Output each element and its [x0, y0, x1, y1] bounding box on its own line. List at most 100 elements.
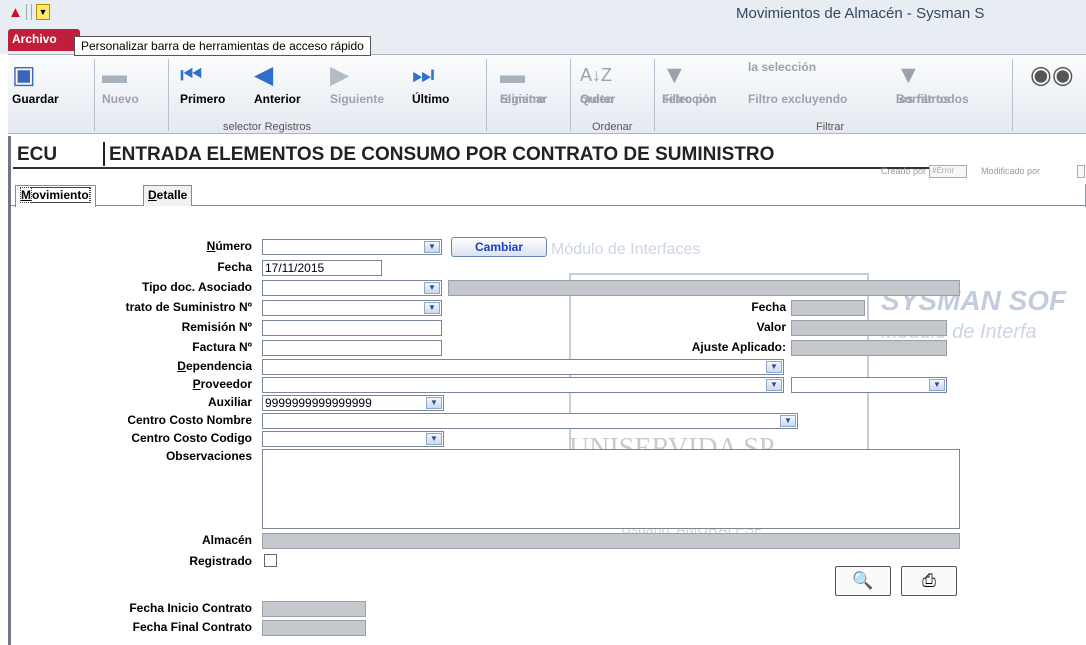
filter-selection-icon: ▼: [662, 61, 687, 89]
fecha-inicio-field: [262, 601, 366, 617]
siguiente-label: Siguiente: [330, 92, 385, 106]
nuevo-button[interactable]: ▬ Nuevo: [102, 61, 139, 106]
previous-record-icon: ◀: [254, 61, 274, 89]
auxiliar-label: Auxiliar: [207, 395, 252, 409]
fecha-contrato-label: Fecha: [751, 300, 786, 314]
next-record-icon: ▶: [330, 61, 350, 89]
chevron-down-icon[interactable]: ▼: [426, 433, 442, 445]
customize-qat-button[interactable]: ▼: [36, 4, 50, 20]
siguiente-button[interactable]: ▶ Siguiente: [330, 61, 384, 106]
ultimo-button[interactable]: ⏭ Último: [412, 61, 449, 106]
fecha-field[interactable]: 17/11/2015: [262, 260, 382, 276]
quick-access-toolbar: ▲ ▼ Movimientos de Almacén - Sysman S: [0, 0, 1086, 26]
observaciones-label: Observaciones: [165, 449, 252, 463]
tab-detalle[interactable]: Detalle: [143, 185, 193, 206]
ribbon: ▣ Guardar ▬ Nuevo ⏮ Primero ◀ Anterior ▶…: [8, 54, 1086, 134]
registrado-checkbox[interactable]: [264, 554, 277, 567]
chevron-down-icon[interactable]: ▼: [766, 379, 782, 391]
ribbon-separator: [654, 59, 655, 131]
registrado-label: Registrado: [189, 554, 252, 568]
tab-movimiento-access-key: M: [21, 188, 31, 202]
cambiar-button[interactable]: Cambiar: [451, 237, 547, 257]
contrato-combo[interactable]: ▼: [262, 300, 442, 316]
form-title: ENTRADA ELEMENTOS DE CONSUMO POR CONTRAT…: [109, 144, 775, 165]
form-code-separator: [103, 142, 105, 166]
anterior-button[interactable]: ◀ Anterior: [254, 61, 301, 106]
eliminar-registro-button[interactable]: ▬ Eliminar registro: [500, 61, 547, 106]
fecha-label: Fecha: [217, 260, 252, 274]
numero-label-text: úmero: [215, 239, 252, 253]
ajuste-field: [791, 340, 947, 356]
proveedor-combo[interactable]: ▼: [262, 377, 784, 393]
chevron-down-icon[interactable]: ▼: [780, 415, 796, 427]
chevron-down-icon[interactable]: ▼: [424, 282, 440, 294]
chevron-down-icon[interactable]: ▼: [766, 361, 782, 373]
qat-separator: [26, 4, 27, 20]
dependencia-access-key: D: [177, 359, 186, 373]
creado-por-label: Creado por: [881, 166, 927, 176]
new-record-icon: ▬: [102, 61, 127, 89]
clear-sort-icon: A↓Z: [580, 65, 613, 85]
proveedor-access-key: P: [192, 377, 201, 391]
chevron-down-icon[interactable]: ▼: [929, 379, 945, 391]
filtro-seleccion-button[interactable]: ▼ Filtro por selección: [662, 61, 717, 106]
last-record-icon: ⏭: [412, 61, 435, 89]
chevron-down-icon[interactable]: ▼: [424, 241, 440, 253]
modificado-por-label: Modificado por: [981, 166, 1041, 176]
ribbon-tabs-row: Archivo Personalizar barra de herramient…: [0, 26, 1086, 56]
preview-icon: 🔍: [852, 571, 874, 590]
preview-button[interactable]: 🔍: [835, 566, 891, 596]
factura-field[interactable]: [262, 340, 442, 356]
chevron-down-icon[interactable]: ▼: [424, 302, 440, 314]
ribbon-separator: [486, 59, 487, 131]
form-header: ECU ENTRADA ELEMENTOS DE CONSUMO POR CON…: [11, 136, 1086, 184]
filtro-sel-label-2: selección: [662, 92, 717, 106]
primero-button[interactable]: ⏮ Primero: [180, 61, 225, 106]
auxiliar-value: 9999999999999999: [265, 396, 372, 410]
cc-codigo-combo[interactable]: ▼: [262, 431, 444, 447]
nuevo-label: Nuevo: [102, 92, 139, 106]
remision-field[interactable]: [262, 320, 442, 336]
cc-nombre-combo[interactable]: ▼: [262, 413, 798, 429]
remision-label: Remisión Nº: [181, 320, 252, 334]
filtro-exc-label-2: la selección: [748, 60, 817, 74]
dependencia-label: Dependencia: [177, 359, 252, 373]
auxiliar-combo[interactable]: 9999999999999999 ▼: [262, 395, 444, 411]
quitar-label-2: orden: [580, 92, 614, 106]
proveedor-codigo-combo[interactable]: ▼: [791, 377, 947, 393]
file-tab[interactable]: Archivo: [8, 29, 80, 51]
cc-codigo-label: Centro Costo Codigo: [131, 431, 252, 445]
valor-field: [791, 320, 947, 336]
tab-movimiento-text: Movimiento: [20, 187, 91, 203]
group-selector-label: selector Registros: [223, 121, 312, 133]
tipo-doc-combo[interactable]: ▼: [262, 280, 442, 296]
chevron-down-icon[interactable]: ▼: [426, 397, 442, 409]
borrar-label-2: los filtros: [896, 92, 951, 106]
delete-record-icon: ▬: [500, 61, 525, 89]
group-ordenar-label: Ordenar: [592, 121, 633, 133]
print-icon: ⎙: [922, 571, 936, 590]
borrar-filtros-button[interactable]: ▼ Borrar todos los filtros: [896, 61, 969, 106]
fecha-contrato-field: [791, 300, 865, 316]
observaciones-textarea[interactable]: [262, 449, 960, 529]
ribbon-separator: [570, 59, 571, 131]
tab-movimiento[interactable]: Movimiento: [15, 185, 96, 207]
guardar-button[interactable]: ▣ Guardar: [12, 61, 59, 106]
buscar-button[interactable]: ◉◉: [1030, 61, 1074, 93]
dependencia-combo[interactable]: ▼: [262, 359, 784, 375]
almacen-label: Almacén: [201, 533, 252, 547]
primero-label: Primero: [180, 92, 226, 106]
proveedor-label: Proveedor: [193, 377, 252, 391]
ribbon-separator: [168, 59, 169, 131]
filtro-exc-label-1: Filtro excluyendo: [748, 92, 848, 106]
proveedor-label-text: roveedor: [200, 377, 252, 391]
quitar-orden-button[interactable]: A↓Z Quitar orden: [580, 61, 615, 106]
numero-combo[interactable]: ▼: [262, 239, 442, 255]
ajuste-label: Ajuste Aplicado:: [691, 340, 786, 354]
creado-por-field: #Error: [929, 165, 967, 178]
contrato-label: trato de Suministro Nº: [125, 300, 252, 314]
print-button[interactable]: ⎙: [901, 566, 957, 596]
factura-label: Factura Nº: [192, 340, 252, 354]
almacen-field: [262, 533, 960, 549]
fecha-inicio-label: Fecha Inicio Contrato: [129, 601, 252, 615]
